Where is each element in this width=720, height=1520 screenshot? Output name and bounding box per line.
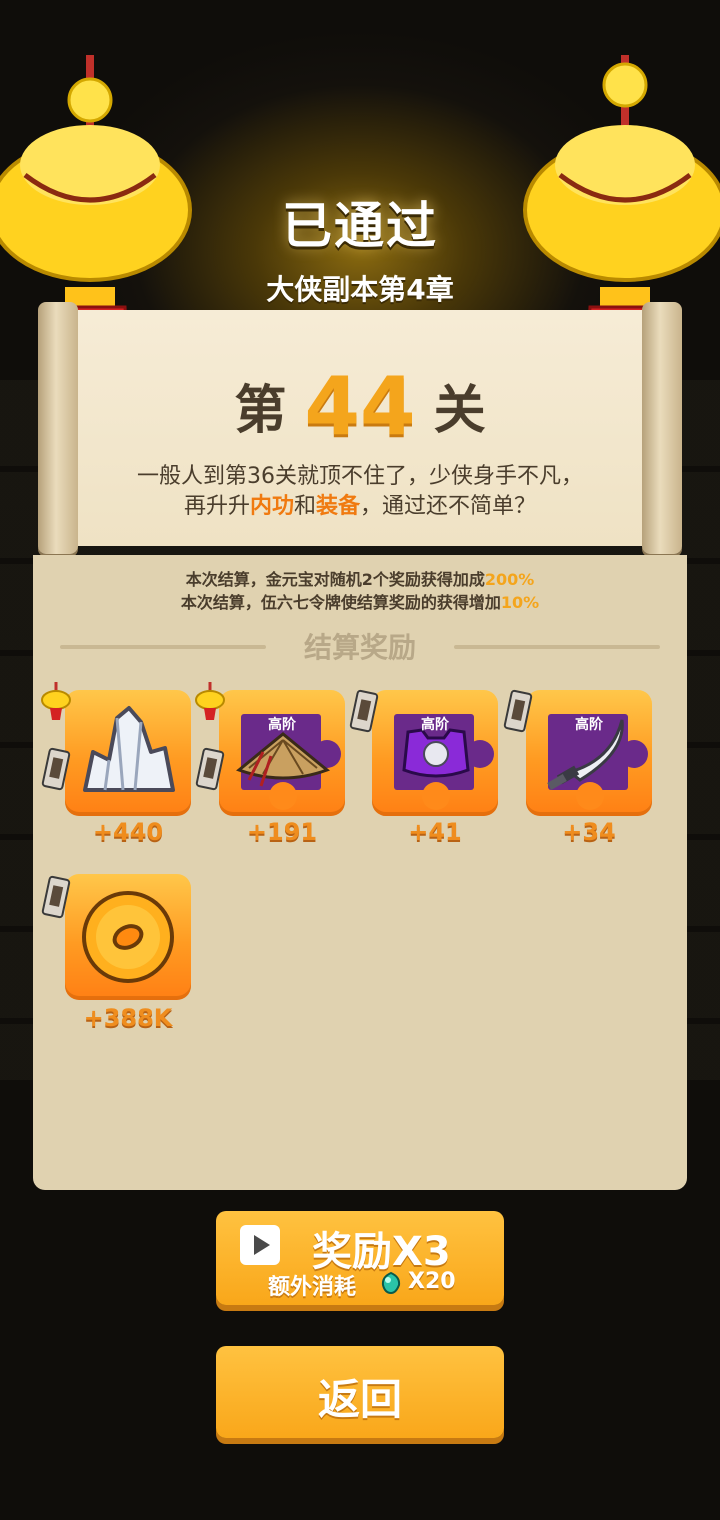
crystal-icon [83,706,175,792]
tip-line-1: 一般人到第36关就顶不住了，少侠身手不凡， [137,464,583,489]
tip-line-2: 再升升内功和装备，通过还不简单？ [80,492,640,522]
reward-qty: +440 [92,818,164,846]
saber-icon [547,714,648,810]
bonus-percent: 200% [484,570,535,589]
level-suffix: 关 [433,381,486,441]
tier-label: 高阶 [421,717,449,733]
tip-text: 和 [293,494,316,519]
token-icon [195,747,225,791]
tip-highlight-equipment: 装备 [316,494,361,519]
gem-icon [381,1271,401,1295]
reward-tile-armor[interactable]: 高阶 [372,690,498,816]
token-icon [349,689,379,733]
tier-label: 高阶 [575,717,603,733]
straw-hat-icon [236,714,341,810]
bonus-ingot-line: 本次结算，金元宝对随机2个奖励获得加成200% [0,566,720,590]
level-prefix: 第 [234,381,287,441]
bonus-token-line: 本次结算，伍六七令牌使结算奖励的获得增加10% [0,589,720,613]
token-icon [503,689,533,733]
level-number: 第 44 关 [0,360,720,453]
bonus-percent: 10% [500,593,540,612]
reward-x3-button[interactable]: 奖励X3 额外消耗 X20 [216,1211,504,1305]
armor-icon [394,714,494,810]
reward-qty: +41 [408,818,462,846]
tier-label: 高阶 [268,717,296,733]
gold-ingot-icon [41,682,71,720]
coin-icon [82,891,174,983]
bonus-text: 本次结算，伍六七令牌使结算奖励的获得增加 [180,593,501,612]
token-icon [41,747,71,791]
gold-ingot-icon [195,682,225,720]
tip-text: ，通过还不简单？ [360,494,537,519]
rewards-title: 结算奖励 [303,631,416,664]
reward-qty: +34 [562,818,616,846]
tip-text: 再升升 [183,494,250,519]
reward-tile-coin[interactable] [65,874,191,1000]
back-button[interactable]: 返回 [216,1346,504,1438]
extra-cost-label: 额外消耗 [268,1275,357,1300]
reward-tile-straw-hat[interactable]: 高阶 [219,690,345,816]
back-label: 返回 [317,1375,402,1424]
reward-tile-crystal[interactable] [65,690,191,816]
level-tip: 一般人到第36关就顶不住了，少侠身手不凡， 再升升内功和装备，通过还不简单？ [80,462,640,522]
play-icon [240,1225,280,1265]
token-icon [41,875,71,919]
bonus-text: 本次结算，金元宝对随机2个奖励获得加成 [185,570,485,589]
reward-tile-saber[interactable]: 高阶 [526,690,652,816]
reward-qty: +191 [246,818,318,846]
level-value: 44 [304,360,416,453]
extra-cost-value: X20 [408,1269,456,1294]
tip-highlight-neigong: 内功 [249,494,294,519]
reward-qty: +388K [83,1004,173,1032]
